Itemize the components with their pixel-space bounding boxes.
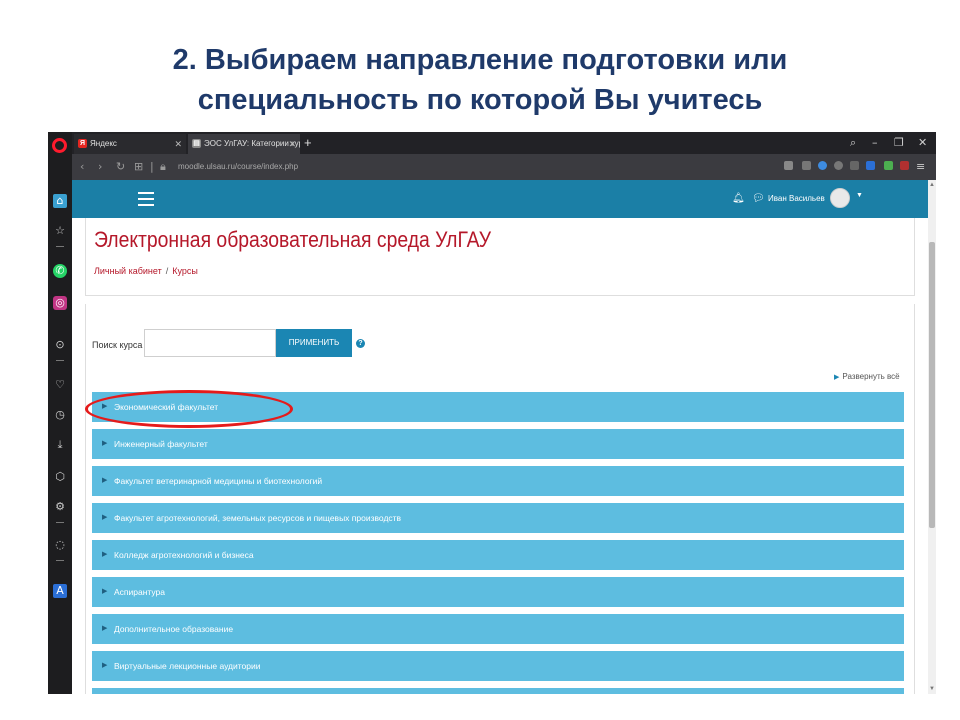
search-label: Поиск курса xyxy=(92,340,143,350)
category-item[interactable]: ▶ Экономический факультет xyxy=(92,392,904,422)
slide-title: 2. Выбираем направление подготовки или с… xyxy=(0,40,960,120)
category-label: Факультет агротехнологий, земельных ресу… xyxy=(114,513,402,523)
category-label: Инженерный факультет xyxy=(114,439,208,449)
extensions-icon[interactable]: ⬡ xyxy=(53,470,67,484)
translate-icon[interactable] xyxy=(866,161,875,170)
minimize-icon[interactable]: – xyxy=(872,135,878,151)
shield-icon[interactable] xyxy=(834,161,843,170)
chevron-right-icon: ▶ xyxy=(834,374,840,381)
chevron-right-icon: ▶ xyxy=(102,625,108,632)
help-icon[interactable]: ? xyxy=(356,339,365,348)
page-header: Электронная образовательная среда УлГАУ … xyxy=(85,218,915,296)
chevron-right-icon: ▶ xyxy=(102,477,108,484)
lightbulb-icon[interactable]: ◌ xyxy=(53,538,67,552)
settings-icon[interactable]: ⚙ xyxy=(53,500,67,514)
tab-label: ЭОС УлГАУ: Категории курс xyxy=(204,139,300,148)
star-icon[interactable]: ☆ xyxy=(53,224,67,238)
reload-icon[interactable]: ↻ xyxy=(116,159,125,175)
breadcrumb: Личный кабинет / Курсы xyxy=(94,266,198,276)
vpn-icon[interactable] xyxy=(818,161,827,170)
instagram-icon[interactable]: ◎ xyxy=(53,296,67,310)
breadcrumb-dashboard-link[interactable]: Личный кабинет xyxy=(94,266,162,276)
category-label: Дополнительное образование xyxy=(114,624,234,634)
chevron-right-icon: ▶ xyxy=(102,403,108,410)
new-tab-button[interactable]: + xyxy=(304,134,312,152)
user-name[interactable]: Иван Васильев xyxy=(768,193,825,205)
tab-bar: Я Яндекс ✕ ▤ ЭОС УлГАУ: Категории курс ✕… xyxy=(72,132,936,154)
slide-title-line-1: 2. Выбираем направление подготовки или xyxy=(172,44,788,76)
yandex-favicon-icon: Я xyxy=(78,139,87,148)
opera-sidebar: ⌂ ☆ ✆ ◎ ⊙ ♡ ◷ ⤓ ⬡ ⚙ ◌ A xyxy=(48,132,72,694)
close-tab-icon[interactable]: ✕ xyxy=(288,134,296,154)
divider-icon: | xyxy=(150,160,154,173)
course-categories-region: Поиск курса ПРИМЕНИТЬ ? ▶ Развернуть всё … xyxy=(85,304,915,694)
whatsapp-icon[interactable]: ✆ xyxy=(53,264,67,278)
back-icon[interactable]: ‹ xyxy=(80,159,84,175)
chevron-right-icon: ▶ xyxy=(102,514,108,521)
category-item[interactable]: ▶ Инженерный факультет xyxy=(92,429,904,459)
extension-icon[interactable] xyxy=(802,161,811,170)
messages-icon[interactable]: 💬︎ xyxy=(752,193,765,205)
scrollbar-thumb[interactable] xyxy=(929,242,935,528)
moodle-favicon-icon: ▤ xyxy=(192,139,201,148)
close-tab-icon[interactable]: ✕ xyxy=(174,134,182,154)
avatar[interactable] xyxy=(830,188,850,208)
lock-icon: 🔒︎ xyxy=(160,160,166,173)
extension-icon[interactable] xyxy=(784,161,793,170)
extension-icon[interactable] xyxy=(850,161,859,170)
chevron-right-icon: ▶ xyxy=(102,440,108,447)
moodle-navbar: 🔔︎ 💬︎ Иван Васильев ▼ xyxy=(72,180,928,218)
apply-button[interactable]: ПРИМЕНИТЬ xyxy=(276,329,352,357)
tab-yandex[interactable]: Я Яндекс ✕ xyxy=(74,134,186,154)
site-name: Электронная образовательная среда УлГАУ xyxy=(94,227,492,252)
page-scrollbar[interactable]: ▲ ▼ xyxy=(928,180,936,694)
category-item[interactable]: ▶ Факультет ветеринарной медицины и биоте… xyxy=(92,466,904,496)
category-label: Экономический факультет xyxy=(114,402,219,412)
category-item[interactable]: ▶ Дополнительное образование xyxy=(92,614,904,644)
category-label: Факультет ветеринарной медицины и биотех… xyxy=(114,476,323,486)
translate-icon[interactable]: A xyxy=(53,584,67,598)
home-icon[interactable]: ⌂ xyxy=(53,194,67,208)
browser-window: ⌂ ☆ ✆ ◎ ⊙ ♡ ◷ ⤓ ⬡ ⚙ ◌ A Я Яндекс ✕ ▤ ЭОС… xyxy=(48,132,936,694)
scroll-down-icon[interactable]: ▼ xyxy=(928,685,936,693)
category-label: Колледж агротехнологий и бизнеса xyxy=(114,550,254,560)
category-item[interactable]: ▶ Факультет агротехнологий, земельных рес… xyxy=(92,503,904,533)
tabs-grid-icon[interactable]: ⊞ xyxy=(134,159,143,175)
page-viewport: 🔔︎ 💬︎ Иван Васильев ▼ Электронная образо… xyxy=(72,180,928,694)
downloads-icon[interactable]: ⤓ xyxy=(53,438,67,452)
category-item[interactable]: ▶ Аспирантура xyxy=(92,577,904,607)
history-icon[interactable]: ◷ xyxy=(53,408,67,422)
tab-label: Яндекс xyxy=(90,139,117,148)
opera-logo-icon[interactable] xyxy=(52,138,67,153)
category-item[interactable]: ▶ Колледж агротехнологий и бизнеса xyxy=(92,540,904,570)
slide-title-line-2: специальность по которой Вы учитесь xyxy=(197,84,763,116)
chevron-right-icon: ▶ xyxy=(102,662,108,669)
speed-dial-icon[interactable]: ⊙ xyxy=(53,338,67,352)
course-search-input[interactable] xyxy=(144,329,276,357)
forward-icon[interactable]: › xyxy=(98,159,102,175)
tab-moodle[interactable]: ▤ ЭОС УлГАУ: Категории курс ✕ xyxy=(188,134,300,154)
heart-icon[interactable]: ♡ xyxy=(53,378,67,392)
url-field[interactable]: moodle.ulsau.ru/course/index.php xyxy=(178,161,298,173)
category-label: Аспирантура xyxy=(114,587,166,597)
chevron-right-icon: ▶ xyxy=(102,551,108,558)
window-close-icon[interactable]: ✕ xyxy=(918,135,927,151)
expand-all-label: Развернуть всё xyxy=(842,372,900,381)
scroll-up-icon[interactable]: ▲ xyxy=(928,181,936,189)
address-bar: ‹ › ↻ ⊞ | 🔒︎ moodle.ulsau.ru/course/inde… xyxy=(72,154,936,180)
hamburger-menu-icon[interactable] xyxy=(138,192,154,206)
category-item[interactable]: ▶ Виртуальные лекционные аудитории xyxy=(92,651,904,681)
menu-icon[interactable]: ≡ xyxy=(916,159,925,175)
search-tabs-icon[interactable]: ⌕ xyxy=(850,135,856,151)
extension-icon[interactable] xyxy=(900,161,909,170)
category-label: Виртуальные лекционные аудитории xyxy=(114,661,261,671)
category-item[interactable] xyxy=(92,688,904,694)
restore-icon[interactable]: ❐ xyxy=(894,135,904,151)
chevron-down-icon[interactable]: ▼ xyxy=(856,192,863,199)
chevron-right-icon: ▶ xyxy=(102,588,108,595)
extension-icon[interactable] xyxy=(884,161,893,170)
notifications-bell-icon[interactable]: 🔔︎ xyxy=(732,193,745,205)
breadcrumb-courses-link[interactable]: Курсы xyxy=(172,266,198,276)
expand-all-link[interactable]: ▶ Развернуть всё xyxy=(834,371,900,384)
